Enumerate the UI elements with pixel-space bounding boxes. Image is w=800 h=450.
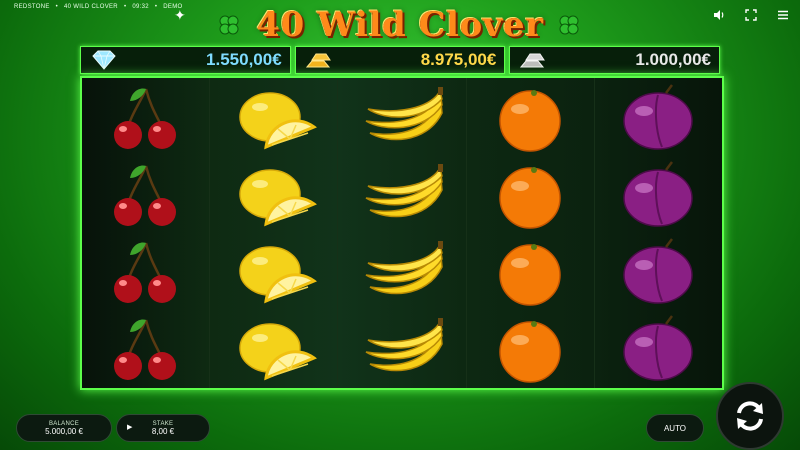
lemon-symbol	[210, 235, 337, 310]
play-icon: ▶	[127, 424, 133, 431]
stake-button[interactable]: ▶ STAKE 8,00 €	[116, 414, 210, 442]
orange-symbol	[467, 312, 594, 387]
jackpot-silver: 1.000,00€	[509, 46, 721, 74]
cherry-symbol	[82, 312, 209, 387]
balance-display: BALANCE 5.000,00 €	[16, 414, 112, 442]
jackpot-bar: 1.550,00€ 8.975,00€ 1.000,00€	[80, 46, 721, 74]
separator-dot: •	[154, 4, 158, 10]
control-bar: BALANCE 5.000,00 € ▶ STAKE 8,00 € AUTO	[0, 400, 800, 450]
hud-controls	[712, 8, 790, 22]
auto-label: AUTO	[663, 423, 687, 433]
lemon-symbol	[210, 158, 337, 233]
plum-symbol	[595, 312, 722, 387]
banana-symbol	[338, 158, 465, 233]
cherry-symbol	[82, 235, 209, 310]
separator-dot: •	[123, 4, 127, 10]
game-logo: 40 Wild Clover	[210, 4, 590, 46]
cherry-symbol	[82, 81, 209, 156]
orange-symbol	[467, 158, 594, 233]
reel-grid	[80, 76, 724, 390]
reel-5	[594, 78, 723, 388]
lemon-symbol	[210, 81, 337, 156]
balance-value: 5.000,00 €	[45, 426, 83, 436]
logo-text: 40 Wild Clover	[256, 5, 544, 45]
banana-symbol	[338, 81, 465, 156]
plum-symbol	[595, 158, 722, 233]
banana-symbol	[338, 312, 465, 387]
stake-value: 8,00 €	[151, 426, 175, 436]
sparkle-icon: ✦	[174, 7, 186, 23]
separator-dot: •	[55, 4, 59, 10]
diamond-icon	[92, 50, 116, 70]
game-name: 40 WILD CLOVER	[64, 4, 118, 10]
spin-button[interactable]	[716, 382, 784, 450]
menu-icon[interactable]	[776, 8, 790, 22]
silver-bars-icon	[520, 53, 546, 68]
plum-symbol	[595, 235, 722, 310]
banana-symbol	[338, 235, 465, 310]
reel-3	[338, 78, 467, 388]
fullscreen-icon[interactable]	[744, 8, 758, 22]
clock: 09:32	[132, 4, 149, 10]
orange-symbol	[467, 235, 594, 310]
jackpot-gold: 8.975,00€	[294, 46, 506, 74]
gold-bars-icon	[305, 53, 331, 68]
auto-button[interactable]: AUTO	[646, 414, 704, 442]
provider-name: REDSTONE	[14, 4, 50, 10]
jackpot-diamond-value: 1.550,00€	[206, 50, 282, 69]
orange-symbol	[467, 81, 594, 156]
jackpot-gold-value: 8.975,00€	[420, 50, 497, 69]
jackpot-silver-value: 1.000,00€	[635, 50, 712, 69]
plum-symbol	[595, 81, 722, 156]
reel-4	[466, 78, 595, 388]
lemon-symbol	[210, 312, 337, 387]
spin-icon	[737, 401, 763, 431]
jackpot-diamond: 1.550,00€	[80, 46, 291, 74]
reel-2	[210, 78, 339, 388]
sound-icon[interactable]	[712, 8, 726, 22]
reel-1	[82, 78, 211, 388]
cherry-symbol	[82, 158, 209, 233]
